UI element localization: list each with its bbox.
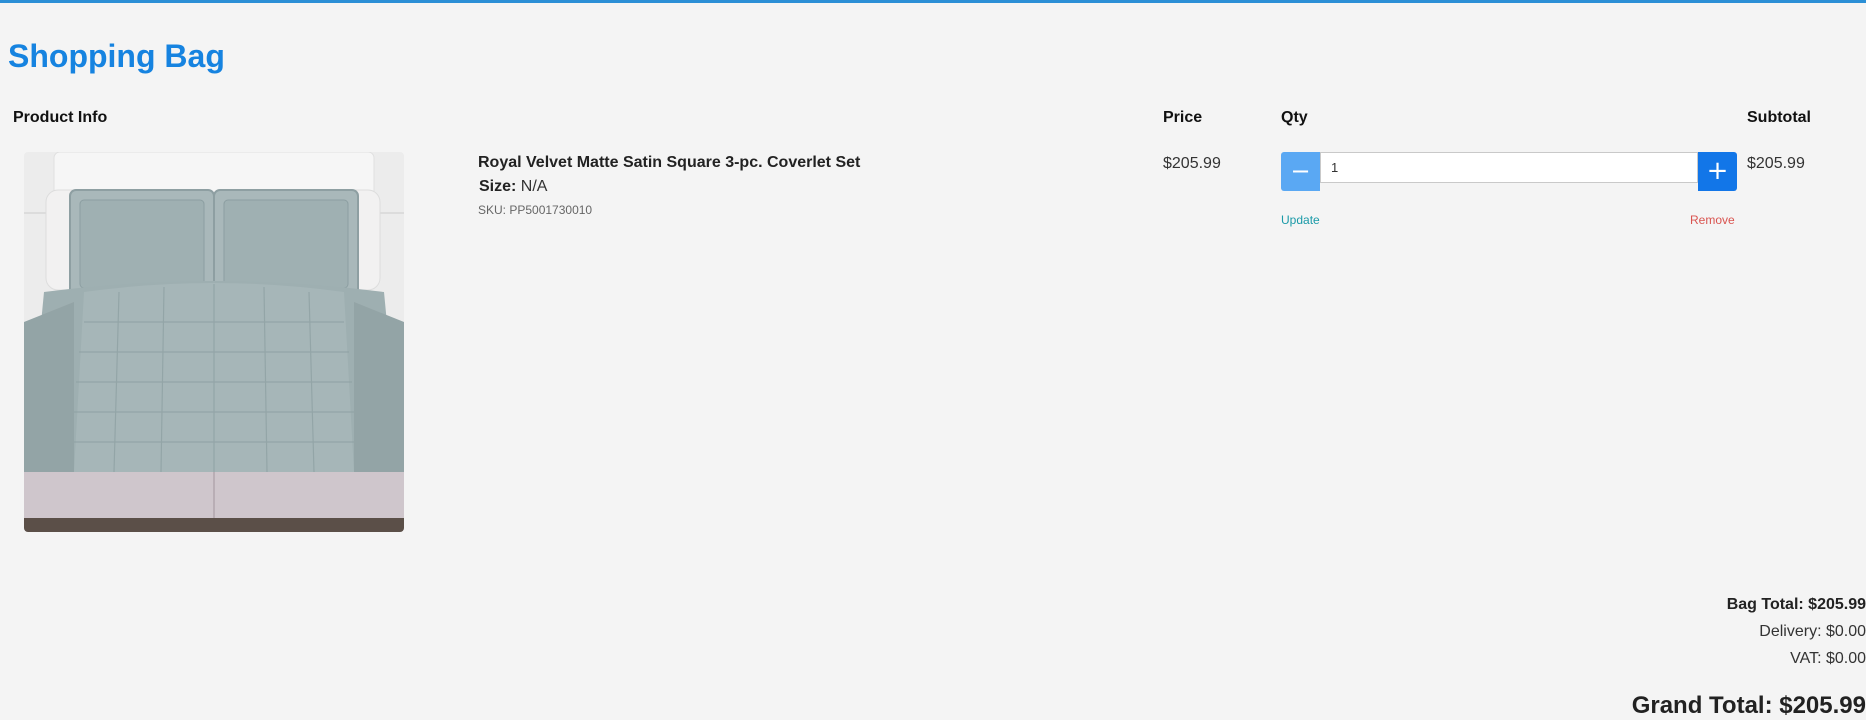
product-size: Size: N/A — [479, 178, 547, 196]
item-subtotal: $205.99 — [1747, 155, 1805, 172]
quantity-input[interactable] — [1320, 152, 1698, 183]
column-header-qty: Qty — [1281, 109, 1308, 126]
column-header-price: Price — [1163, 109, 1203, 126]
item-price: $205.99 — [1163, 155, 1221, 172]
quantity-decrease-button[interactable]: − — [1281, 152, 1320, 191]
bag-total: Bag Total: $205.99 — [1726, 596, 1866, 613]
quantity-increase-button[interactable]: + — [1698, 152, 1737, 191]
column-header-product-info: Product Info — [13, 109, 108, 126]
size-label: Size: — [479, 178, 517, 195]
update-link[interactable]: Update — [1281, 213, 1320, 227]
coverlet-product-photo — [24, 152, 404, 532]
page-title: Shopping Bag — [8, 38, 225, 74]
delivery-cost: Delivery: $0.00 — [1759, 623, 1866, 640]
vat-amount: VAT: $0.00 — [1790, 650, 1866, 667]
product-sku: SKU: PP5001730010 — [478, 203, 593, 217]
column-header-subtotal: Subtotal — [1747, 109, 1811, 126]
product-name[interactable]: Royal Velvet Matte Satin Square 3-pc. Co… — [478, 154, 860, 172]
size-value: N/A — [520, 178, 548, 195]
top-accent-bar — [0, 0, 1866, 3]
grand-total: Grand Total: $205.99 — [1631, 692, 1866, 719]
remove-link[interactable]: Remove — [1690, 213, 1735, 227]
product-image[interactable] — [24, 152, 404, 532]
